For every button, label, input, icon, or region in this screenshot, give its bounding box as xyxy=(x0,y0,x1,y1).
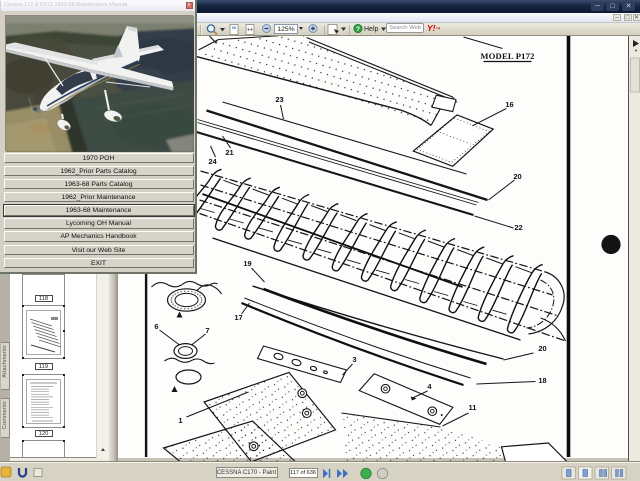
svg-text:18: 18 xyxy=(538,376,546,385)
svg-text:MODEL P172: MODEL P172 xyxy=(480,51,534,61)
svg-text:Help: Help xyxy=(364,26,379,33)
svg-text:20: 20 xyxy=(513,172,521,181)
svg-text:16: 16 xyxy=(505,100,513,109)
svg-text:20: 20 xyxy=(538,344,546,353)
svg-text:21: 21 xyxy=(225,148,233,157)
svg-text:11: 11 xyxy=(468,403,476,412)
svg-text:22: 22 xyxy=(514,223,522,232)
svg-text:1: 1 xyxy=(178,416,182,425)
svg-text:3: 3 xyxy=(352,355,356,364)
svg-text:?: ? xyxy=(356,26,360,33)
svg-text:6: 6 xyxy=(154,322,158,331)
svg-text:23: 23 xyxy=(275,95,283,104)
svg-text:4: 4 xyxy=(427,382,432,391)
svg-text:19: 19 xyxy=(243,259,251,268)
svg-text:17: 17 xyxy=(234,313,242,322)
svg-text:24: 24 xyxy=(208,157,217,166)
svg-text:7: 7 xyxy=(205,326,209,335)
